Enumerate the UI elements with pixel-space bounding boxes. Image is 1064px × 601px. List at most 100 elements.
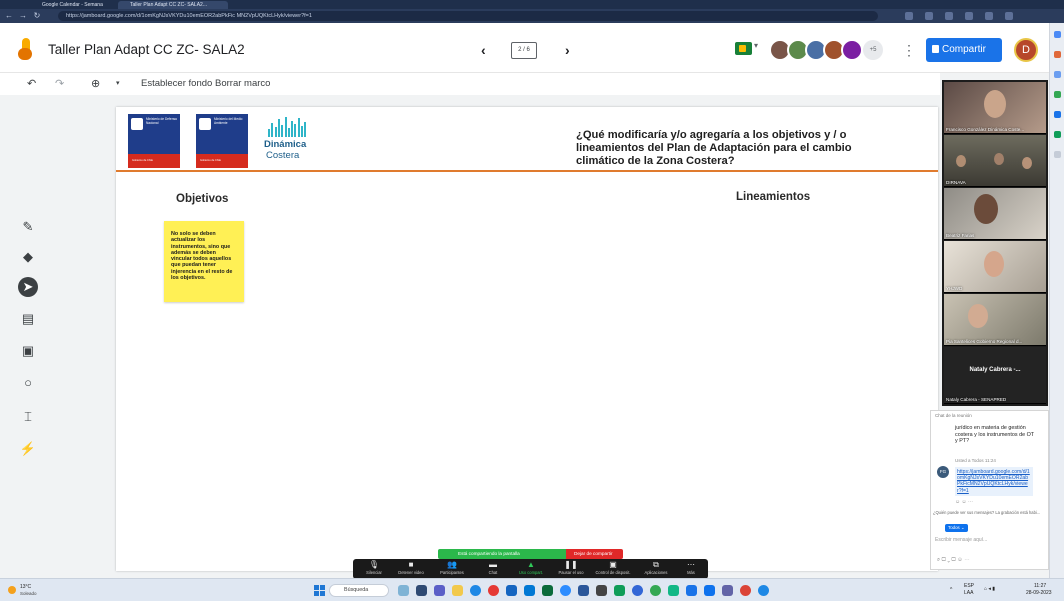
redo-icon[interactable]: ↷ (55, 77, 64, 91)
frame-counter[interactable]: 2 / 6 (511, 42, 537, 59)
chat-input[interactable]: Escribir mensaje aquí... (935, 537, 987, 543)
jam-frame[interactable]: Ministerio de Defensa Nacional Gobierno … (116, 107, 938, 571)
chevron-down-icon[interactable]: ▾ (754, 41, 758, 50)
forward-arrow-icon[interactable]: → (18, 11, 28, 21)
zoom-icon[interactable] (560, 585, 571, 596)
edge-icon[interactable] (470, 585, 481, 596)
extension-icon[interactable] (905, 12, 913, 20)
undo-icon[interactable]: ↶ (27, 77, 36, 91)
reaction-icon[interactable]: ☺ ☺ ⋯ (955, 499, 973, 505)
task-view-icon[interactable] (416, 585, 427, 596)
widgets-icon[interactable] (398, 585, 409, 596)
remote-control-button[interactable]: ▣ Control de disposit. (591, 559, 635, 579)
settings-icon[interactable] (1005, 12, 1013, 20)
language-label[interactable]: ESP (964, 583, 974, 589)
chat-button[interactable]: ▬ Chat (481, 559, 505, 579)
participants-button[interactable]: 👥 Participantes (433, 559, 471, 579)
clock-date[interactable]: 28-09-2023 (1026, 590, 1052, 596)
language-variant-label[interactable]: LAA (964, 590, 973, 596)
address-bar[interactable]: https://jamboard.google.com/d/1omKgNJsVK… (58, 11, 878, 21)
more-options-icon[interactable]: ⋮ (902, 40, 916, 60)
windows-start-icon[interactable] (314, 585, 325, 596)
profile-icon[interactable] (985, 12, 993, 20)
app-icon[interactable] (632, 585, 643, 596)
video-tile[interactable]: Beatriz Farias (944, 188, 1046, 240)
chrome-icon[interactable] (488, 585, 499, 596)
circle-icon[interactable]: ○ (18, 373, 38, 393)
shopping-icon[interactable] (1054, 51, 1061, 58)
network-volume-icon[interactable]: ⌂ ◂ ▮ (984, 586, 995, 592)
more-button[interactable]: ⋯ Más (679, 559, 703, 579)
video-tile[interactable]: YHJWD (944, 241, 1046, 293)
video-tile[interactable]: Francisco González Dinámica Coste... (944, 82, 1046, 134)
stop-video-button[interactable]: ■ Detener video (393, 559, 429, 579)
browser-tab-calendar[interactable]: Google Calendar - Semana del ... (30, 1, 110, 16)
jam-title[interactable]: Taller Plan Adapt CC ZC- SALA2 (48, 42, 245, 57)
chat-tools-icon[interactable]: ⌕ ▢ ⌄ ▢ ☺ ⋯ (937, 557, 970, 564)
outlook-icon[interactable] (1054, 131, 1061, 138)
clock-time[interactable]: 11:27 (1034, 583, 1046, 589)
app-icon[interactable] (668, 585, 679, 596)
taskbar-search[interactable]: Búsqueda (329, 584, 389, 597)
participant-avatar[interactable] (841, 39, 863, 61)
select-icon[interactable]: ➤ (18, 277, 38, 297)
apps-button[interactable]: ⧉ Aplicaciones (637, 559, 675, 579)
file-explorer-icon[interactable] (452, 585, 463, 596)
excel-icon[interactable] (542, 585, 553, 596)
chat-recipient-dropdown[interactable]: Todos ⌄ (945, 524, 968, 532)
system-tray[interactable]: ^ ESP LAA ⌂ ◂ ▮ 11:27 28-09-2023 (950, 582, 1060, 598)
video-tile[interactable]: Pia Santelices Gobierno Regional d... (944, 294, 1046, 346)
google-meet-icon[interactable] (735, 42, 752, 55)
tools-icon[interactable] (1054, 71, 1061, 78)
app-icon[interactable] (614, 585, 625, 596)
pause-share-button[interactable]: ❚❚ Pausar el uso (553, 559, 589, 579)
laser-icon[interactable]: ⚡ (18, 439, 38, 459)
add-icon[interactable] (1054, 151, 1061, 158)
teams-icon[interactable] (434, 585, 445, 596)
app-icon[interactable] (686, 585, 697, 596)
back-arrow-icon[interactable]: ← (4, 11, 14, 21)
video-tile[interactable]: DIRNAVA (944, 135, 1046, 187)
clear-frame-button[interactable]: Borrar marco (215, 77, 270, 91)
pen-icon[interactable]: ✎ (18, 217, 38, 237)
sticky-note[interactable]: No solo se deben actualizar los instrume… (164, 221, 244, 302)
more-participants-badge[interactable]: +5 (863, 40, 883, 60)
app-icon[interactable] (578, 585, 589, 596)
app-icon[interactable] (704, 585, 715, 596)
jamboard-logo[interactable] (18, 38, 34, 60)
mute-button[interactable]: 🎙 Silenciar (357, 559, 391, 579)
browser-tab-jamboard[interactable]: Taller Plan Adapt CC ZC- SALA2... (118, 1, 228, 9)
chevron-up-icon[interactable]: ^ (950, 587, 952, 593)
set-background-button[interactable]: Establecer fondo (141, 77, 212, 91)
app-icon[interactable] (650, 585, 661, 596)
share-button[interactable]: Compartir (926, 38, 1002, 62)
sticky-note-icon[interactable]: ▤ (18, 309, 38, 329)
share-screen-button[interactable]: ▲ Uso compart. (513, 559, 549, 579)
downloads-icon[interactable] (965, 12, 973, 20)
previous-frame-icon[interactable]: ‹ (481, 40, 486, 60)
text-box-icon[interactable]: ⌶ (18, 407, 38, 427)
app-icon[interactable] (722, 585, 733, 596)
favorites-icon[interactable] (925, 12, 933, 20)
stop-share-button[interactable]: Dejar de compartir (566, 549, 623, 559)
share-label: Compartir (942, 44, 986, 55)
word-icon[interactable] (506, 585, 517, 596)
zoom-dropdown-icon[interactable]: ▾ (116, 77, 120, 91)
zoom-icon[interactable]: ⊕ (91, 77, 100, 91)
eraser-icon[interactable]: ◆ (18, 247, 38, 267)
app-icon[interactable] (596, 585, 607, 596)
search-icon[interactable] (1054, 31, 1061, 38)
account-avatar[interactable]: D (1014, 38, 1038, 62)
app-icon[interactable] (740, 585, 751, 596)
outlook-icon[interactable] (524, 585, 535, 596)
office-icon[interactable] (1054, 111, 1061, 118)
next-frame-icon[interactable]: › (565, 40, 570, 60)
video-tile[interactable]: Nataly Cabrera -... Nataly Cabrera - SEN… (944, 347, 1046, 404)
image-icon[interactable]: ▣ (18, 341, 38, 361)
reload-icon[interactable]: ↻ (32, 11, 42, 21)
chat-link[interactable]: https://jamboard.google.com/d/1omKgNJsVK… (955, 467, 1033, 496)
app-icon[interactable] (758, 585, 769, 596)
collections-icon[interactable] (945, 12, 953, 20)
chat-visibility-notice[interactable]: ¿Quién puede ver sus mensajes? La grabac… (933, 510, 1040, 515)
games-icon[interactable] (1054, 91, 1061, 98)
